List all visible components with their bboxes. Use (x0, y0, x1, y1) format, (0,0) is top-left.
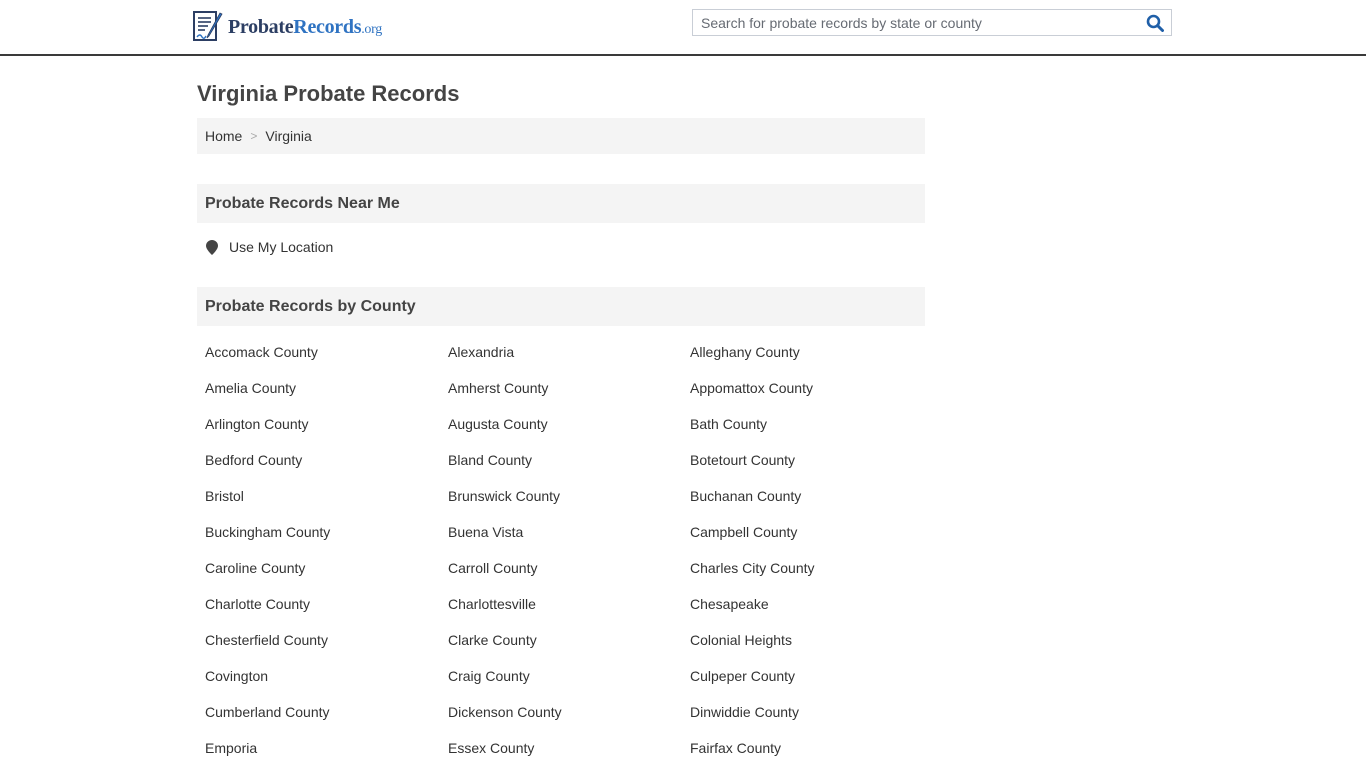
logo-text-records: Records (293, 16, 362, 38)
county-link[interactable]: Dinwiddie County (690, 696, 799, 728)
county-link[interactable]: Buchanan County (690, 480, 801, 512)
county-link[interactable]: Charlottesville (448, 588, 536, 620)
breadcrumb-separator: > (250, 129, 258, 143)
near-me-heading: Probate Records Near Me (197, 184, 925, 223)
county-link[interactable]: Culpeper County (690, 660, 795, 692)
breadcrumb-virginia[interactable]: Virginia (265, 128, 311, 144)
breadcrumb-home[interactable]: Home (205, 128, 242, 144)
county-link[interactable]: Emporia (205, 732, 257, 764)
county-link[interactable]: Bedford County (205, 444, 302, 476)
county-link[interactable]: Buckingham County (205, 516, 330, 548)
page-title: Virginia Probate Records (197, 81, 460, 106)
county-link[interactable]: Bath County (690, 408, 767, 440)
county-link[interactable]: Clarke County (448, 624, 537, 656)
county-link[interactable]: Charles City County (690, 552, 815, 584)
search-icon (1146, 14, 1164, 32)
site-header: ProbateRecords.org (0, 0, 1366, 56)
county-link[interactable]: Amherst County (448, 372, 548, 404)
county-link[interactable]: Brunswick County (448, 480, 560, 512)
county-link[interactable]: Covington (205, 660, 268, 692)
county-link[interactable]: Caroline County (205, 552, 305, 584)
county-link[interactable]: Chesterfield County (205, 624, 328, 656)
county-link[interactable]: Fairfax County (690, 732, 781, 764)
county-link[interactable]: Dickenson County (448, 696, 562, 728)
county-link[interactable]: Buena Vista (448, 516, 523, 548)
search-button[interactable] (1143, 12, 1167, 33)
county-link[interactable]: Cumberland County (205, 696, 330, 728)
county-link[interactable]: Appomattox County (690, 372, 813, 404)
county-link[interactable]: Craig County (448, 660, 530, 692)
county-link[interactable]: Arlington County (205, 408, 309, 440)
breadcrumb: Home > Virginia (197, 118, 925, 154)
county-link[interactable]: Campbell County (690, 516, 797, 548)
county-link[interactable]: Colonial Heights (690, 624, 792, 656)
logo-text-probate: Probate (228, 16, 294, 38)
document-quill-icon (193, 11, 223, 41)
by-county-heading: Probate Records by County (197, 287, 925, 326)
county-link[interactable]: Alexandria (448, 336, 514, 368)
county-link[interactable]: Augusta County (448, 408, 548, 440)
county-link[interactable]: Bristol (205, 480, 244, 512)
logo-text-org: .org (361, 22, 382, 37)
county-link[interactable]: Charlotte County (205, 588, 310, 620)
county-link[interactable]: Essex County (448, 732, 534, 764)
map-pin-icon (206, 239, 218, 255)
county-link[interactable]: Accomack County (205, 336, 318, 368)
use-my-location-label: Use My Location (229, 239, 334, 255)
use-my-location-link[interactable]: Use My Location (206, 239, 333, 255)
county-link[interactable]: Chesapeake (690, 588, 769, 620)
county-link[interactable]: Bland County (448, 444, 532, 476)
county-link[interactable]: Carroll County (448, 552, 537, 584)
county-link[interactable]: Alleghany County (690, 336, 800, 368)
search-box (692, 9, 1172, 36)
county-link[interactable]: Botetourt County (690, 444, 795, 476)
logo-wordmark: ProbateRecords.org (228, 17, 382, 37)
search-input[interactable] (693, 10, 1133, 35)
county-link[interactable]: Amelia County (205, 372, 296, 404)
site-logo[interactable]: ProbateRecords.org (191, 9, 382, 45)
